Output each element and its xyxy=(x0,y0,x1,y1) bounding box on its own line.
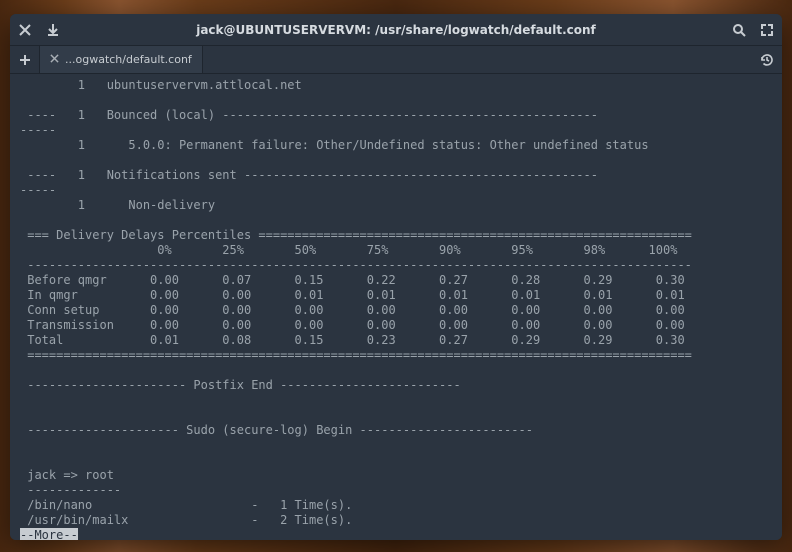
search-icon[interactable] xyxy=(732,23,746,37)
tab-label: ...ogwatch/default.conf xyxy=(65,53,192,66)
more-prompt[interactable]: --More-- xyxy=(20,528,78,540)
new-tab-button[interactable] xyxy=(10,46,40,73)
tab-active[interactable]: ...ogwatch/default.conf xyxy=(40,46,203,73)
tabbar: ...ogwatch/default.conf xyxy=(10,46,782,74)
terminal-output[interactable]: 1 ubuntuservervm.attlocal.net ---- 1 Bou… xyxy=(10,74,782,540)
window-title: jack@UBUNTUSERVERVM: /usr/share/logwatch… xyxy=(60,23,732,37)
history-icon[interactable] xyxy=(752,46,782,73)
terminal-window: jack@UBUNTUSERVERVM: /usr/share/logwatch… xyxy=(10,14,782,540)
tab-close-icon[interactable] xyxy=(50,53,59,66)
fullscreen-icon[interactable] xyxy=(760,23,774,37)
download-icon[interactable] xyxy=(46,23,60,37)
close-icon[interactable] xyxy=(18,23,32,37)
tab-spacer xyxy=(203,46,752,73)
titlebar: jack@UBUNTUSERVERVM: /usr/share/logwatch… xyxy=(10,14,782,46)
